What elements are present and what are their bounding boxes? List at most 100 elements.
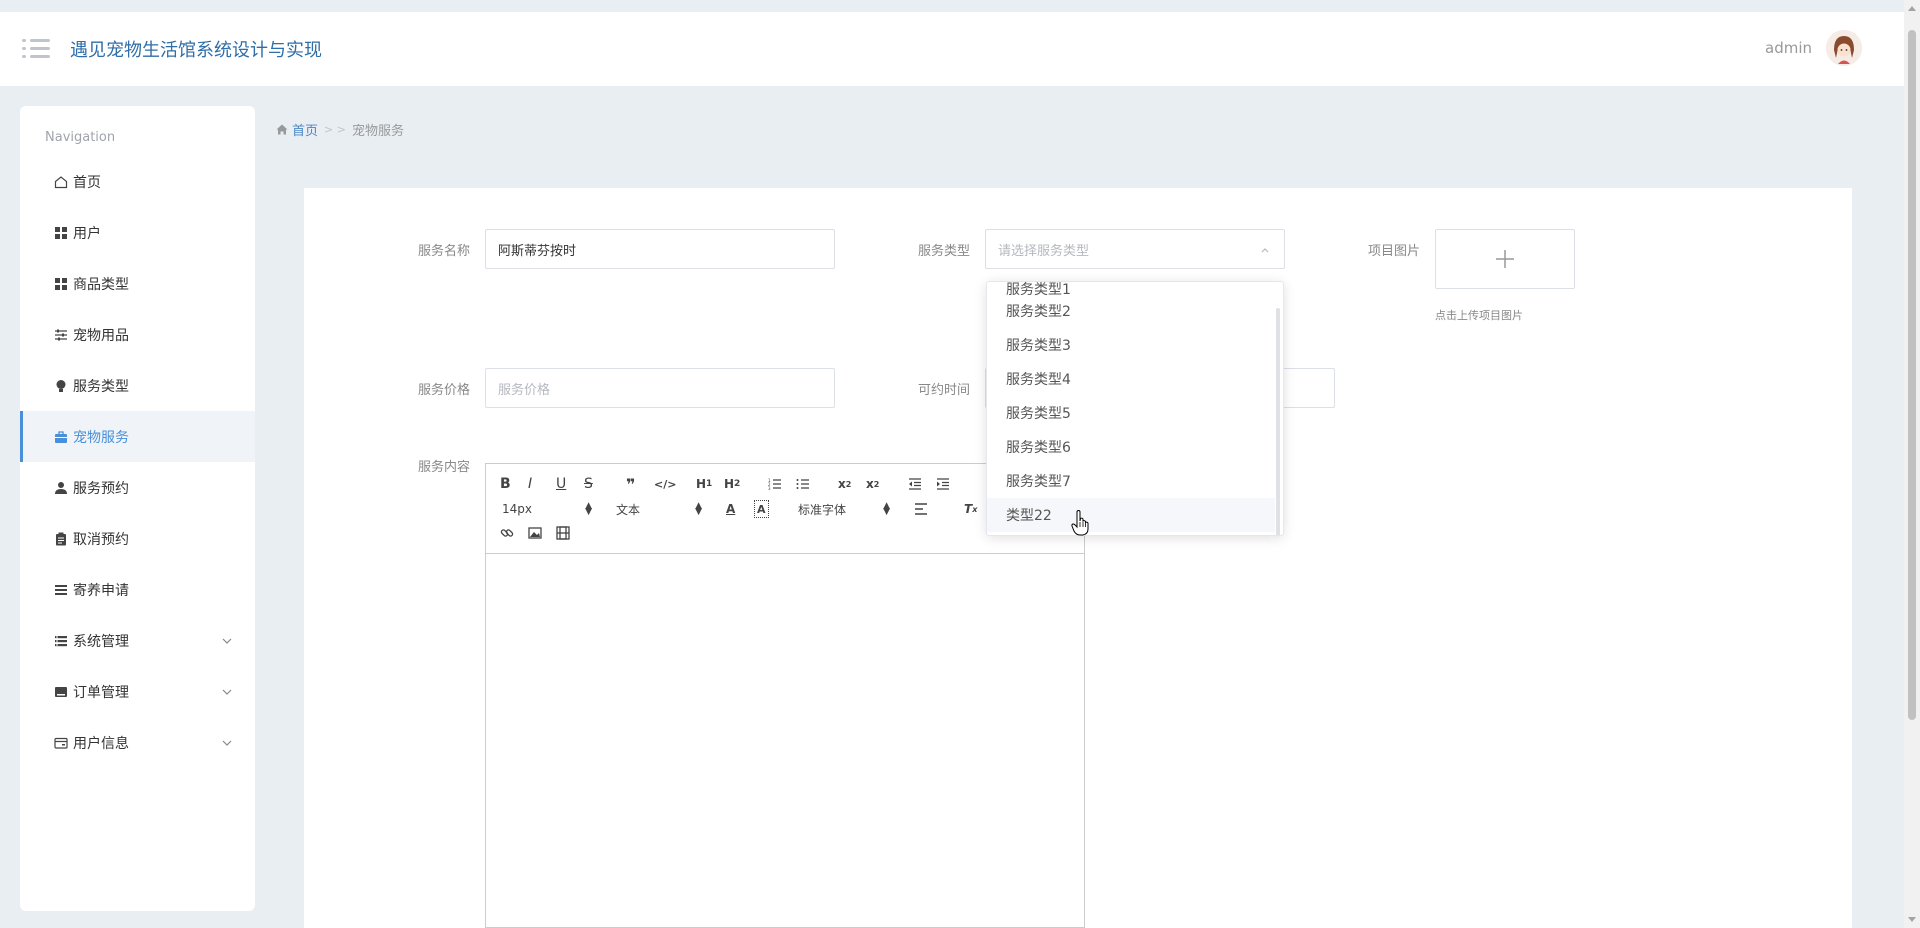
breadcrumb-separator: > > — [324, 123, 346, 136]
dropdown-option[interactable]: 服务类型2 — [987, 294, 1275, 328]
quote-icon[interactable]: ❞ — [626, 475, 635, 494]
grid-icon — [53, 276, 69, 292]
font-family-select[interactable]: 标准字体 ▲ ▼ — [798, 500, 890, 518]
subscript-button[interactable]: x2 — [838, 475, 851, 493]
sidebar-item-cancel-booking[interactable]: 取消预约 — [20, 513, 255, 564]
service-content-label: 服务内容 — [418, 460, 471, 475]
sidebar-item-label: 寄养申请 — [73, 582, 129, 599]
bookable-time-label: 可约时间 — [918, 383, 971, 398]
image-icon[interactable] — [528, 524, 542, 542]
menu-toggle-icon[interactable] — [22, 37, 50, 61]
sidebar-item-system-management[interactable]: 系统管理 — [20, 615, 255, 666]
chevron-down-icon — [222, 638, 232, 644]
sidebar-item-label: 服务类型 — [73, 378, 129, 395]
service-type-select[interactable]: 请选择服务类型 — [985, 229, 1285, 269]
dropdown-option[interactable]: 服务类型4 — [987, 362, 1275, 396]
upload-hint: 点击上传项目图片 — [1435, 309, 1523, 322]
up-down-icon: ▲ ▼ — [695, 501, 702, 517]
underline-button[interactable]: U — [556, 475, 566, 493]
chevron-up-icon — [1261, 248, 1269, 253]
font-family-value: 标准字体 — [798, 502, 847, 517]
italic-button[interactable]: I — [528, 475, 532, 493]
sidebar-item-label: 系统管理 — [73, 633, 129, 650]
sidebar-item-pet-services[interactable]: 宠物服务 — [20, 411, 255, 462]
video-icon[interactable] — [556, 524, 570, 542]
sidebar-item-label: 宠物服务 — [73, 429, 129, 446]
sidebar-item-label: 用户信息 — [73, 735, 129, 752]
clear-format-icon[interactable]: Tx — [964, 500, 977, 518]
grid-icon — [53, 225, 69, 241]
font-size-value: 14px — [502, 502, 532, 516]
heading1-button[interactable]: H1 — [696, 475, 712, 493]
home-icon — [276, 124, 288, 135]
sidebar-item-service-booking[interactable]: 服务预约 — [20, 462, 255, 513]
page-scrollbar[interactable] — [1904, 0, 1920, 928]
user-name[interactable]: admin — [1765, 39, 1812, 57]
font-color-icon[interactable]: A — [726, 500, 735, 518]
editor-content-area[interactable] — [486, 554, 1084, 924]
svg-text:3: 3 — [768, 486, 771, 490]
user-icon — [53, 480, 69, 496]
home-icon — [53, 174, 69, 190]
breadcrumb-current: 宠物服务 — [351, 124, 404, 139]
sidebar-item-boarding-request[interactable]: 寄养申请 — [20, 564, 255, 615]
service-type-placeholder: 请选择服务类型 — [998, 243, 1090, 259]
sidebar-item-pet-supplies[interactable]: 宠物用品 — [20, 309, 255, 360]
link-icon[interactable] — [500, 524, 514, 542]
dropdown-scrollbar[interactable] — [1276, 308, 1280, 535]
sidebar-item-label: 商品类型 — [73, 276, 129, 293]
sidebar-item-service-types[interactable]: 服务类型 — [20, 360, 255, 411]
project-image-label: 项目图片 — [1368, 244, 1421, 259]
sidebar-item-label: 用户 — [73, 225, 101, 242]
scrollbar-thumb[interactable] — [1908, 30, 1916, 720]
dropdown-option[interactable]: 服务类型7 — [987, 464, 1275, 498]
indent-icon[interactable] — [936, 475, 950, 493]
code-icon[interactable]: </> — [654, 475, 676, 493]
sidebar-item-label: 订单管理 — [73, 684, 129, 701]
strike-button[interactable]: S — [584, 475, 593, 493]
sidebar-item-product-types[interactable]: 商品类型 — [20, 258, 255, 309]
background-color-icon[interactable]: A — [754, 500, 769, 518]
user-menu[interactable]: admin — [1765, 30, 1862, 66]
superscript-button[interactable]: x2 — [866, 475, 879, 493]
sidebar-item-users[interactable]: 用户 — [20, 207, 255, 258]
dropdown-option-hovered[interactable]: 类型22 — [987, 498, 1275, 532]
clipboard-icon — [53, 531, 69, 547]
top-header: 遇见宠物生活馆系统设计与实现 admin — [0, 12, 1904, 86]
breadcrumb-home-link[interactable]: 首页 — [292, 120, 318, 139]
sidebar-item-label: 取消预约 — [73, 531, 129, 548]
hand-cursor-icon — [1071, 510, 1089, 536]
scroll-down-icon[interactable] — [1908, 917, 1916, 922]
bulb-icon — [53, 378, 69, 394]
service-price-label: 服务价格 — [418, 383, 471, 398]
font-size-select[interactable]: 14px ▲ ▼ — [502, 500, 592, 518]
ordered-list-icon[interactable]: 123 — [768, 475, 782, 493]
image-upload-button[interactable] — [1435, 229, 1575, 289]
sidebar-item-user-info[interactable]: 用户信息 — [20, 717, 255, 768]
outdent-icon[interactable] — [908, 475, 922, 493]
up-down-icon: ▲ ▼ — [585, 501, 592, 517]
service-type-label: 服务类型 — [918, 244, 971, 259]
bold-button[interactable]: B — [500, 475, 511, 493]
sidebar-item-label: 宠物用品 — [73, 327, 129, 344]
bullet-list-icon[interactable] — [796, 475, 810, 493]
service-type-dropdown: 服务类型1 服务类型2 服务类型3 服务类型4 服务类型5 服务类型6 服务类型… — [986, 281, 1284, 536]
service-name-label: 服务名称 — [418, 244, 471, 259]
sliders-icon — [53, 327, 69, 343]
text-style-value: 文本 — [616, 502, 641, 517]
heading2-button[interactable]: H2 — [724, 475, 740, 493]
dropdown-option[interactable]: 服务类型3 — [987, 328, 1275, 362]
text-style-select[interactable]: 文本 ▲ ▼ — [616, 500, 702, 518]
service-name-input[interactable]: 阿斯蒂芬按时 — [485, 229, 835, 269]
dropdown-option[interactable]: 服务类型5 — [987, 396, 1275, 430]
service-price-input[interactable]: 服务价格 — [485, 368, 835, 408]
scroll-up-icon[interactable] — [1908, 6, 1916, 11]
breadcrumb: 首页 > > 宠物服务 — [276, 120, 404, 139]
sidebar-item-label: 服务预约 — [73, 480, 129, 497]
dropdown-option[interactable]: 服务类型6 — [987, 430, 1275, 464]
sidebar-item-home[interactable]: 首页 — [20, 156, 255, 207]
nav-list: 首页 用户 商品类型 宠物用品 服务类型 宠物服务 服务预约 取消预约 寄养申请… — [20, 156, 255, 768]
align-left-icon[interactable] — [914, 500, 928, 518]
avatar[interactable] — [1826, 30, 1862, 66]
sidebar-item-order-management[interactable]: 订单管理 — [20, 666, 255, 717]
